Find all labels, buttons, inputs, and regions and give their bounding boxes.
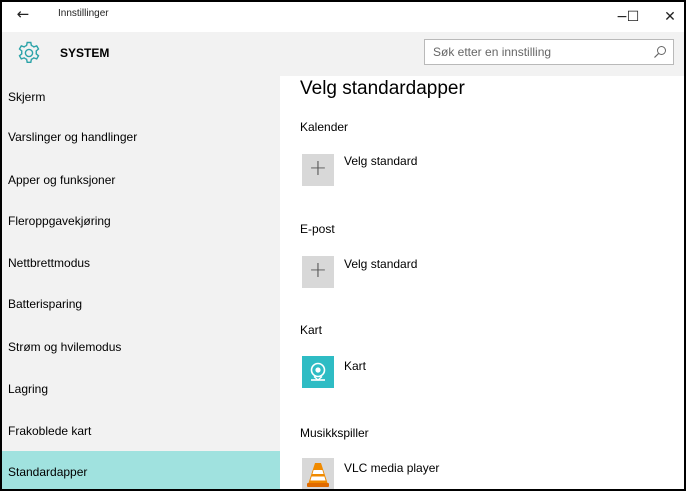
sidebar: Skjerm Varslinger og handlinger Apper og… (2, 76, 280, 489)
main-content: Velg standardapper Kalender + Velg stand… (280, 76, 684, 489)
settings-header: SYSTEM Søk etter en innstilling (2, 32, 684, 76)
app-choice-kalender[interactable]: Velg standard (344, 154, 417, 168)
plus-icon[interactable]: + (302, 256, 334, 288)
maps-app-icon[interactable] (302, 356, 334, 388)
search-icon[interactable] (653, 45, 667, 59)
sidebar-item-skjerm[interactable]: Skjerm (2, 76, 280, 118)
sidebar-item-nettbrettmodus[interactable]: Nettbrettmodus (2, 242, 280, 284)
category-label-epost: E-post (300, 222, 335, 236)
app-choice-epost[interactable]: Velg standard (344, 257, 417, 271)
plus-icon[interactable]: + (302, 154, 334, 186)
back-arrow-icon[interactable]: ← (8, 4, 38, 26)
gear-icon (18, 41, 40, 63)
category-label-musikkspiller: Musikkspiller (300, 426, 369, 440)
title-bar: ← Innstillinger − ☐ ✕ (2, 2, 684, 32)
settings-window: ← Innstillinger − ☐ ✕ SYSTEM Søk etter e… (0, 0, 686, 491)
sidebar-item-batterisparing[interactable]: Batterisparing (2, 283, 280, 325)
maximize-button[interactable]: ☐ (620, 2, 646, 32)
app-choice-kart[interactable]: Kart (344, 359, 366, 373)
sidebar-item-apper[interactable]: Apper og funksjoner (2, 159, 280, 201)
sidebar-item-fleroppgave[interactable]: Fleroppgavekjøring (2, 200, 280, 242)
sidebar-item-frakoblede-kart[interactable]: Frakoblede kart (2, 410, 280, 452)
vlc-cone-icon[interactable] (302, 458, 334, 489)
vlc-cone-graphic (307, 463, 329, 487)
sidebar-item-standardapper[interactable]: Standardapper (2, 451, 280, 489)
sidebar-item-varslinger[interactable]: Varslinger og handlinger (2, 116, 280, 158)
section-title: SYSTEM (60, 46, 110, 60)
window-title: Innstillinger (58, 8, 109, 19)
close-button[interactable]: ✕ (648, 2, 684, 32)
map-pin-icon (310, 362, 326, 381)
app-choice-musikkspiller[interactable]: VLC media player (344, 461, 439, 475)
sidebar-item-strom[interactable]: Strøm og hvilemodus (2, 326, 280, 368)
sidebar-item-lagring[interactable]: Lagring (2, 368, 280, 410)
search-placeholder: Søk etter en innstilling (433, 45, 552, 59)
category-label-kalender: Kalender (300, 120, 349, 134)
page-title: Velg standardapper (300, 78, 465, 99)
search-input[interactable]: Søk etter en innstilling (424, 39, 674, 65)
category-label-kart: Kart (300, 323, 323, 337)
